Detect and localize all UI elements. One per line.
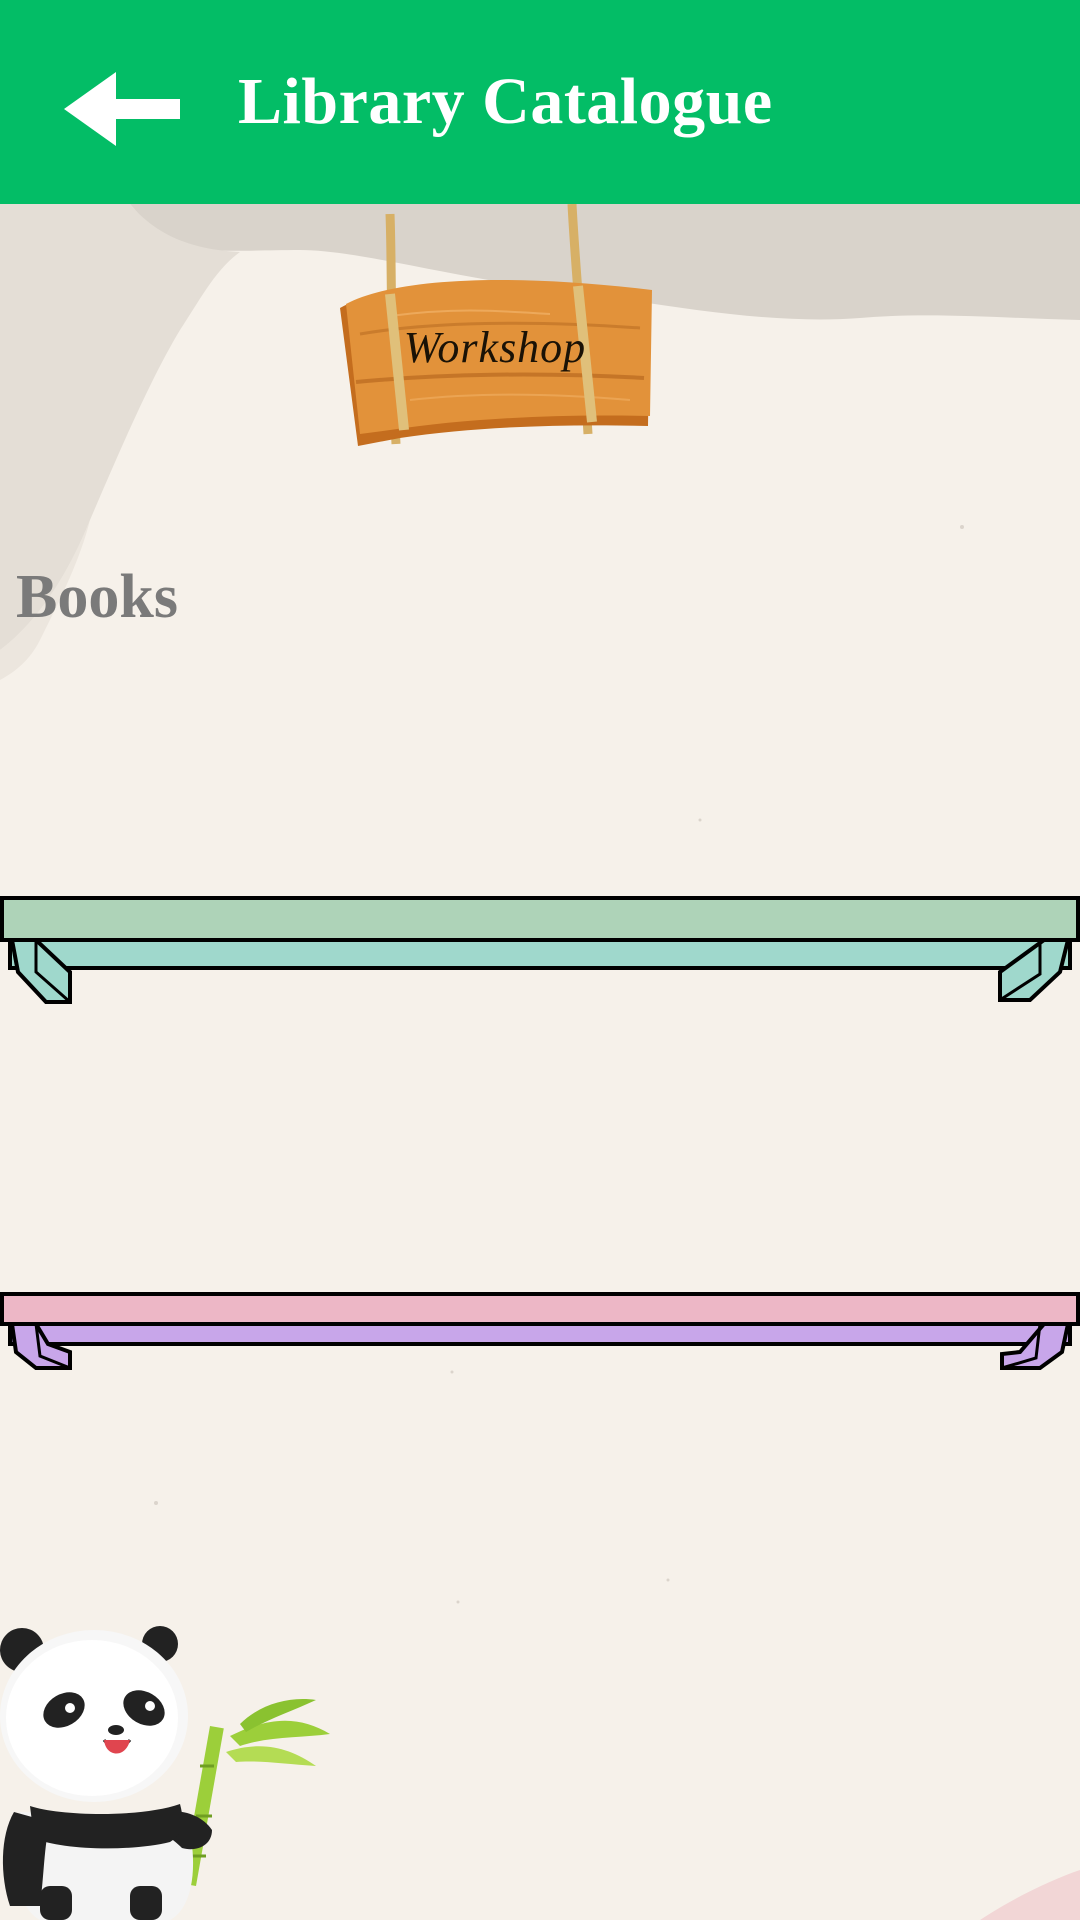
arrow-left-icon [64,72,180,146]
panda-mascot-icon [0,1626,330,1920]
sign-label: Workshop [403,323,587,372]
book-shelf [0,896,1080,1004]
app-bar: Library Catalogue [0,0,1080,204]
page-title: Library Catalogue [238,65,773,138]
back-button[interactable] [64,72,192,146]
section-title: Books [16,563,178,631]
book-shelf [0,1292,1080,1370]
